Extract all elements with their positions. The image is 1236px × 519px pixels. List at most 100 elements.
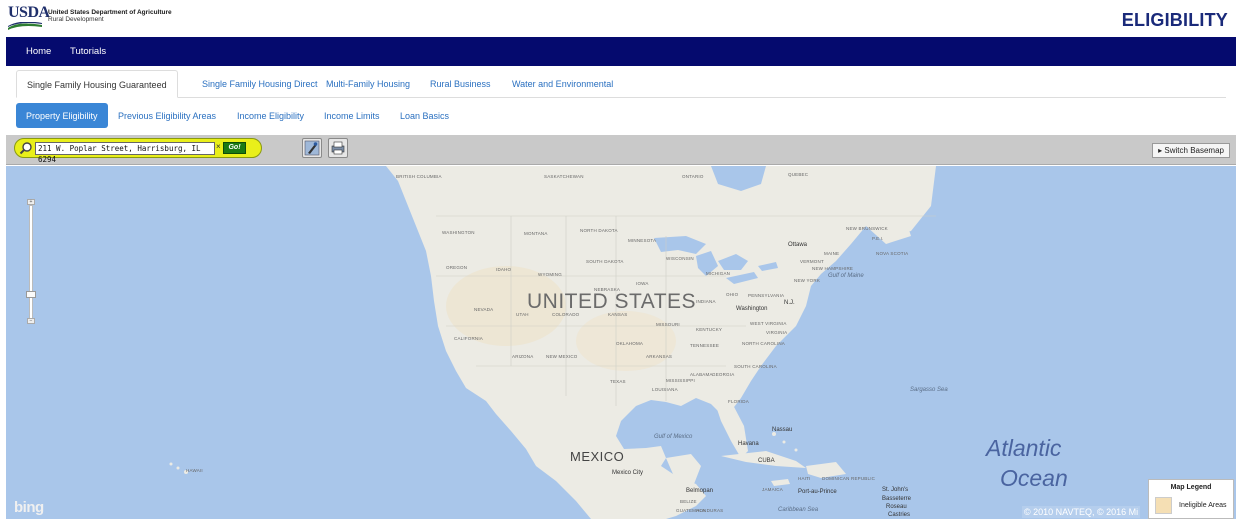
map-region-label: NEW HAMPSHIRE <box>812 266 854 271</box>
tab-single-family-housing-guaranteed[interactable]: Single Family Housing Guaranteed <box>16 70 178 98</box>
map-sea-label: Sargasso Sea <box>910 387 948 393</box>
map-region-label: NEW BRUNSWICK <box>846 226 888 231</box>
map-region-label: KENTUCKY <box>696 327 723 332</box>
site-header: USDA United States Department of Agricul… <box>0 0 1236 37</box>
map-city-label: Ottawa <box>788 242 808 248</box>
map-region-label: BRITISH COLUMBIA <box>396 174 442 179</box>
tab-rural-business[interactable]: Rural Business <box>420 70 501 98</box>
eligibility-map[interactable]: + − BRITISH COLUMBIA SASKATCHEWAN ONTARI… <box>6 166 1236 519</box>
clear-icon[interactable]: × <box>216 142 221 151</box>
zoom-handle[interactable] <box>26 291 36 298</box>
address-search-box: 211 W. Poplar Street, Harrisburg, IL 629… <box>14 138 262 164</box>
map-country-label: UNITED STATES <box>527 290 697 313</box>
map-city-label: Port-au-Prince <box>798 489 837 495</box>
tab-property-eligibility[interactable]: Property Eligibility <box>16 103 108 128</box>
tab-income-limits[interactable]: Income Limits <box>314 103 390 128</box>
page-title: ELIGIBILITY <box>1121 10 1228 30</box>
map-copyright: © 2010 NAVTEQ, © 2016 Mi <box>1022 506 1141 518</box>
map-region-label: WYOMING <box>538 272 562 277</box>
map-region-label: CALIFORNIA <box>454 336 484 341</box>
map-city-label: Washington <box>736 306 768 312</box>
map-region-label: ARKANSAS <box>646 354 673 359</box>
tab-single-family-housing-direct[interactable]: Single Family Housing Direct <box>192 70 328 98</box>
zoom-track[interactable] <box>29 205 33 319</box>
map-toolbar: 211 W. Poplar Street, Harrisburg, IL 629… <box>6 135 1236 165</box>
map-sea-label: Gulf of Mexico <box>654 434 693 440</box>
tab-water-and-environmental[interactable]: Water and Environmental <box>502 70 623 98</box>
map-city-label: Mexico City <box>612 470 644 476</box>
go-button[interactable]: Go! <box>223 142 246 154</box>
map-region-label: WISCONSIN <box>666 256 694 261</box>
map-region-label: ARIZONA <box>512 354 534 359</box>
map-region-label: TEXAS <box>610 379 626 384</box>
map-region-label: SASKATCHEWAN <box>544 174 584 179</box>
map-region-label: ALABAMA <box>690 372 713 377</box>
identify-tool-button[interactable] <box>302 138 322 158</box>
map-region-label: MINNESOTA <box>628 238 657 243</box>
map-region-label: SOUTH DAKOTA <box>586 259 624 264</box>
map-region-label: OREGON <box>446 265 468 270</box>
map-region-label: GEORGIA <box>712 372 735 377</box>
map-region-label: DOMINICAN REPUBLIC <box>822 476 876 481</box>
map-ocean-label: Atlantic <box>986 435 1062 461</box>
bing-logo: bing <box>14 499 44 516</box>
map-region-label: OHIO <box>726 292 739 297</box>
map-region-label: INDIANA <box>696 299 716 304</box>
print-button[interactable] <box>328 138 348 158</box>
map-region-label: IDAHO <box>496 267 512 272</box>
map-region-label: TENNESSEE <box>690 343 720 348</box>
print-icon <box>331 141 345 155</box>
map-region-label: IOWA <box>636 281 649 286</box>
map-region-label: MISSOURI <box>656 322 680 327</box>
map-region-label: PENNSYLVANIA <box>748 293 785 298</box>
map-city-label: Havana <box>738 441 759 447</box>
agency-name: United States Department of Agriculture <box>48 9 172 16</box>
map-region-label: LOUISIANA <box>652 387 678 392</box>
identify-tool-icon <box>304 140 320 156</box>
map-region-label: BELIZE <box>680 499 697 504</box>
map-region-label: WASHINGTON <box>442 230 475 235</box>
nav-tutorials[interactable]: Tutorials <box>70 46 106 57</box>
tab-income-eligibility[interactable]: Income Eligibility <box>227 103 314 128</box>
address-search-input[interactable]: 211 W. Poplar Street, Harrisburg, IL 629… <box>35 142 215 164</box>
map-region-label: ONTARIO <box>682 174 704 179</box>
zoom-slider[interactable]: + − <box>26 199 36 325</box>
map-legend: Map Legend Ineligible Areas <box>1148 479 1234 519</box>
map-region-label: MAINE <box>824 251 840 256</box>
map-region-label: VIRGINIA <box>766 330 788 335</box>
map-region-label: HONDURAS <box>696 508 724 513</box>
search-icon[interactable] <box>19 141 33 155</box>
agency-division: Rural Development <box>48 16 104 23</box>
map-city-label: Castries <box>888 512 911 518</box>
ineligible-areas-swatch <box>1155 497 1172 514</box>
map-city-label: St. John's <box>882 487 909 493</box>
usda-logo-mark: USDA <box>8 4 50 21</box>
map-city-label: Nassau <box>772 427 793 433</box>
tab-loan-basics[interactable]: Loan Basics <box>390 103 459 128</box>
program-tabs: Single Family Housing Guaranteed Single … <box>16 70 1226 98</box>
map-ocean-label: Ocean <box>1000 465 1068 491</box>
map-region-label: HAWAII <box>186 468 203 473</box>
nav-home[interactable]: Home <box>26 46 51 57</box>
map-region-label: HAITI <box>798 476 811 481</box>
tab-previous-eligibility-areas[interactable]: Previous Eligibility Areas <box>108 103 226 128</box>
map-city-label: N.J. <box>784 300 795 306</box>
map-region-label: NORTH DAKOTA <box>580 228 618 233</box>
tab-multi-family-housing[interactable]: Multi-Family Housing <box>316 70 420 98</box>
usda-swoosh-icon <box>8 22 42 30</box>
map-region-label: NOVA SCOTIA <box>876 251 909 256</box>
map-region-label: WEST VIRGINIA <box>750 321 787 326</box>
usda-logo[interactable]: USDA United States Department of Agricul… <box>8 4 198 30</box>
map-region-label: OKLAHOMA <box>616 341 644 346</box>
zoom-out-icon[interactable]: − <box>27 318 35 324</box>
map-region-label: VERMONT <box>800 259 824 264</box>
map-sea-label: Caribbean Sea <box>778 507 819 513</box>
map-city-label: Basseterre <box>882 496 912 502</box>
main-navbar: Home Tutorials <box>6 37 1236 66</box>
map-region-label: P.E.I. <box>872 236 884 241</box>
switch-basemap-button[interactable]: ▸ Switch Basemap <box>1152 143 1230 158</box>
map-region-label: NEW YORK <box>794 278 821 283</box>
map-region-label: SOUTH CAROLINA <box>734 364 777 369</box>
ineligible-areas-label: Ineligible Areas <box>1179 502 1227 509</box>
map-region-label: FLORIDA <box>728 399 749 404</box>
